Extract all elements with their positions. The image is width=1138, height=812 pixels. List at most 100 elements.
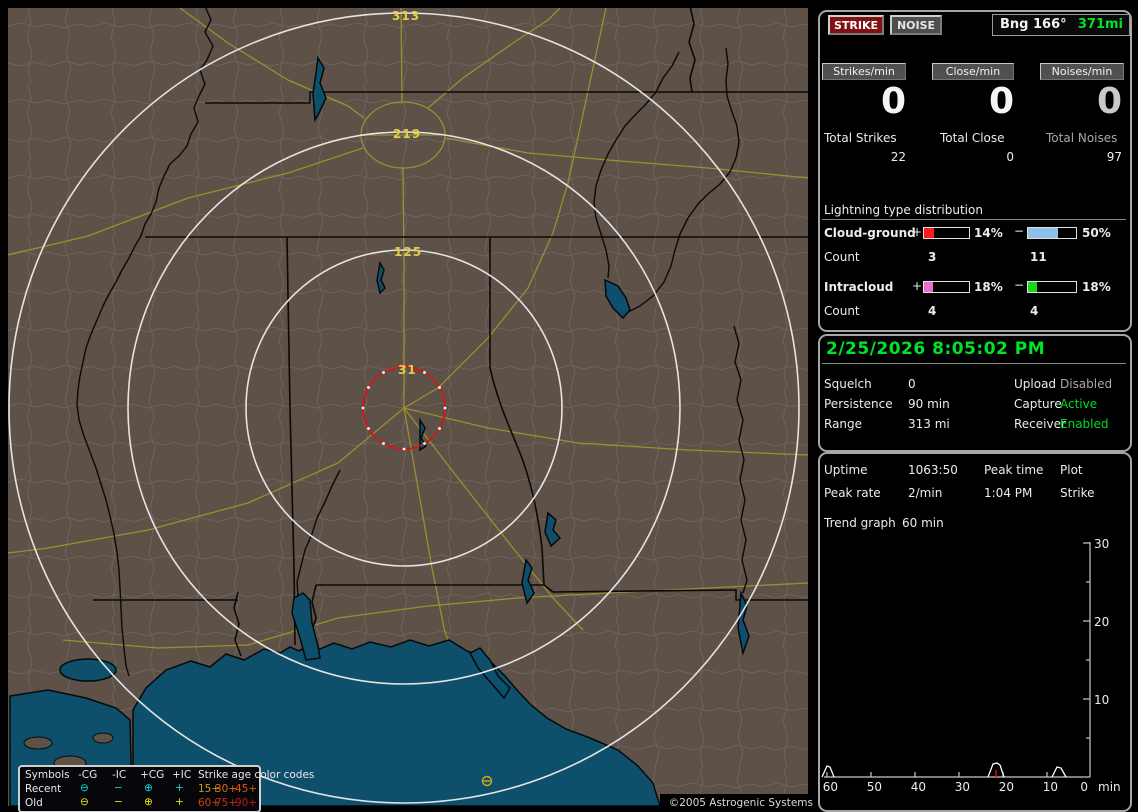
ring-label-219: 219 — [393, 127, 421, 141]
trend-window-value: 60 min — [902, 516, 944, 530]
bearing-display: Bng 166° 371mi — [992, 14, 1130, 36]
app-window: 313 219 125 31 Symbols -CG -IC +CG +IC R… — [0, 0, 1138, 812]
persistence-value: 90 min — [908, 397, 950, 411]
pos-cg-recent-icon: ⊕ — [144, 782, 153, 794]
yaxis-tick-30: 30 — [1094, 537, 1110, 551]
plot-mode-value: Strike — [1060, 486, 1095, 500]
ic-negative-bar — [1027, 281, 1077, 293]
plot-label: Plot — [1060, 463, 1083, 477]
legend-col-pic: +IC — [172, 769, 192, 781]
strikes-per-min-value: 0 — [880, 81, 906, 122]
persistence-label: Persistence — [824, 397, 893, 411]
ic-negative-count: 4 — [1030, 304, 1039, 318]
yaxis-tick-20: 20 — [1094, 615, 1110, 629]
ic-minus-sign: − — [1014, 278, 1025, 292]
trend-graph-label: Trend graph — [824, 516, 896, 530]
ring-label-125: 125 — [394, 245, 422, 259]
ic-count-label: Count — [824, 304, 860, 318]
cg-count-label: Count — [824, 250, 860, 264]
cg-positive-pct: 14% — [974, 226, 1003, 240]
xaxis-tick-60: 60 — [822, 780, 838, 794]
neg-cg-recent-icon: ⊖ — [80, 782, 89, 794]
squelch-label: Squelch — [824, 377, 872, 391]
age-90: 90+ — [235, 797, 258, 809]
trend-graph — [821, 542, 1091, 778]
ic-plus-sign: + — [912, 279, 923, 293]
total-noises-label: Total Noises — [1046, 131, 1118, 145]
receiver-label: Receiver — [1014, 417, 1066, 431]
strike-mode-button[interactable]: STRIKE — [828, 15, 884, 35]
cloud-ground-label: Cloud-ground — [824, 226, 916, 240]
upload-status: Disabled — [1060, 377, 1113, 391]
capture-label: Capture — [1014, 397, 1062, 411]
legend-col-ncg: -CG — [78, 769, 98, 781]
lightning-map[interactable]: 313 219 125 31 Symbols -CG -IC +CG +IC R… — [7, 5, 816, 812]
bearing-value: Bng 166° — [1000, 17, 1067, 32]
map-legend: Symbols -CG -IC +CG +IC Recent ⊖ − ⊕ + O… — [18, 765, 314, 812]
noises-per-min-value: 0 — [1096, 81, 1122, 122]
legend-symbols-header: Symbols — [25, 769, 70, 781]
legend-age-header: Strike age color codes — [198, 769, 315, 781]
trend-strike-peaks — [821, 762, 1067, 778]
cg-positive-count: 3 — [928, 250, 937, 264]
pos-cg-old-icon: ⊕ — [144, 796, 153, 808]
copyright-notice: ©2005 Astrogenic Systems — [660, 794, 816, 812]
strikes-per-min-chip: Strikes/min — [822, 63, 906, 80]
noises-per-min-chip: Noises/min — [1040, 63, 1124, 80]
cg-negative-count: 11 — [1030, 250, 1047, 264]
ring-label-31: 31 — [398, 363, 417, 377]
age-75: 75+ — [215, 797, 238, 809]
peak-rate-label: Peak rate — [824, 486, 881, 500]
ic-positive-bar — [923, 281, 970, 293]
total-strikes-value: 22 — [890, 150, 906, 164]
cg-negative-pct: 50% — [1082, 226, 1111, 240]
peak-time-label: Peak time — [984, 463, 1044, 477]
noise-mode-button[interactable]: NOISE — [890, 15, 942, 35]
distribution-divider — [822, 219, 1126, 220]
peak-rate-value: 2/min — [908, 486, 943, 500]
neg-cg-old-icon: ⊖ — [80, 796, 89, 808]
total-strikes-label: Total Strikes — [824, 131, 897, 145]
close-per-min-value: 0 — [988, 81, 1014, 122]
range-value: 313 mi — [908, 417, 950, 431]
age-45: 45+ — [235, 783, 258, 795]
squelch-value: 0 — [908, 377, 916, 391]
xaxis-tick-30: 30 — [954, 780, 970, 794]
capture-status: Active — [1060, 397, 1098, 411]
legend-col-pcg: +CG — [140, 769, 165, 781]
neg-ic-old-icon: − — [114, 796, 123, 808]
cg-positive-bar — [923, 227, 970, 239]
status-divider — [822, 363, 1126, 364]
xaxis-tick-40: 40 — [910, 780, 926, 794]
cg-plus-sign: + — [912, 225, 923, 239]
total-noises-value: 97 — [1106, 150, 1122, 164]
ring-label-313: 313 — [392, 9, 420, 23]
distribution-title: Lightning type distribution — [824, 203, 983, 217]
total-close-label: Total Close — [940, 131, 1005, 145]
yaxis-tick-10: 10 — [1094, 693, 1110, 707]
datetime-display: 2/25/2026 8:05:02 PM — [826, 339, 1046, 359]
age-30: 30+ — [215, 783, 238, 795]
xaxis-tick-50: 50 — [866, 780, 882, 794]
close-per-min-chip: Close/min — [932, 63, 1014, 80]
total-close-value: 0 — [1006, 150, 1014, 164]
map-canvas: 313 219 125 31 — [7, 5, 810, 807]
bearing-distance: 371mi — [1077, 17, 1123, 32]
uptime-value: 1063:50 — [908, 463, 958, 477]
pos-ic-recent-icon: + — [175, 782, 184, 794]
xaxis-tick-10: 10 — [1042, 780, 1058, 794]
legend-col-nic: -IC — [112, 769, 127, 781]
xaxis-unit-label: min — [1098, 780, 1121, 794]
uptime-label: Uptime — [824, 463, 868, 477]
legend-row-old-label: Old — [25, 797, 43, 809]
xaxis-tick-0: 0 — [1080, 780, 1088, 794]
upload-label: Upload — [1014, 377, 1057, 391]
legend-row-recent-label: Recent — [25, 783, 62, 795]
pos-ic-old-icon: + — [175, 796, 184, 808]
ic-positive-count: 4 — [928, 304, 937, 318]
xaxis-tick-20: 20 — [998, 780, 1014, 794]
receiver-status: Enabled — [1060, 417, 1109, 431]
cg-negative-bar — [1027, 227, 1077, 239]
ic-negative-pct: 18% — [1082, 280, 1111, 294]
ic-positive-pct: 18% — [974, 280, 1003, 294]
